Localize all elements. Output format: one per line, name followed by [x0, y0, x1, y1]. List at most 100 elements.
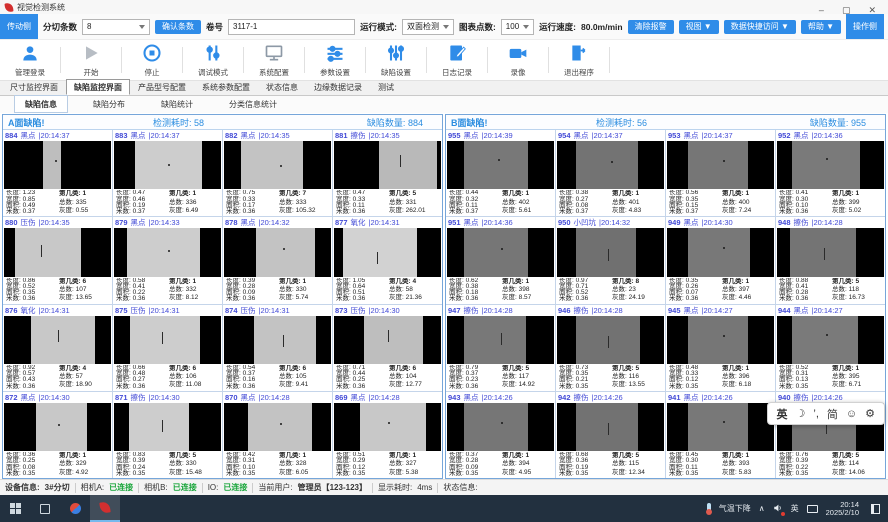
ime-simplified[interactable]: 简: [827, 406, 838, 422]
defect-cell[interactable]: 869 黑点 |20:14:28 长度: 0.51 宽度: 0.29 面积: 0…: [333, 392, 442, 478]
start-menu-button[interactable]: [0, 495, 30, 522]
main-tab-7[interactable]: 测试: [370, 79, 402, 95]
language-indicator[interactable]: 英: [791, 503, 799, 514]
defect-cell[interactable]: 872 黑点 |20:14:30 长度: 0.36 宽度: 0.25 面积: 0…: [3, 392, 112, 478]
defect-cell[interactable]: 953 黑点 |20:14:37 长度: 0.56 宽度: 0.35 面积: 0…: [666, 130, 775, 216]
defect-cell[interactable]: 870 黑点 |20:14:28 长度: 0.42 宽度: 0.31 面积: 0…: [223, 392, 332, 478]
run-mode-select[interactable]: 双面检测: [402, 19, 454, 35]
defect-cell[interactable]: 954 黑点 |20:14:37 长度: 0.38 宽度: 0.27 面积: 0…: [556, 130, 665, 216]
defect-image[interactable]: [777, 316, 884, 364]
defect-cell[interactable]: 876 氧化 |20:14:31 长度: 0.92 宽度: 0.57 面积: 0…: [3, 305, 112, 391]
defect-cell[interactable]: 883 黑点 |20:14:37 长度: 0.47 宽度: 0.46 面积: 0…: [113, 130, 222, 216]
weather-text[interactable]: 气温下降: [719, 503, 751, 514]
defect-image[interactable]: [777, 228, 884, 276]
defect-cell[interactable]: 947 擦伤 |20:14:28 长度: 0.79 宽度: 0.37 面积: 0…: [446, 305, 555, 391]
defect-cell[interactable]: 873 压伤 |20:14:30 长度: 0.71 宽度: 0.44 面积: 0…: [333, 305, 442, 391]
defect-cell[interactable]: 878 黑点 |20:14:32 长度: 0.39 宽度: 0.28 面积: 0…: [223, 217, 332, 303]
defect-cell[interactable]: 946 擦伤 |20:14:28 长度: 0.73 宽度: 0.35 面积: 0…: [556, 305, 665, 391]
defect-cell[interactable]: 877 氧化 |20:14:31 长度: 1.05 宽度: 0.64 面积: 0…: [333, 217, 442, 303]
defect-image[interactable]: [447, 403, 554, 451]
log-record-button[interactable]: 日志记录: [431, 43, 483, 78]
defect-cell[interactable]: 945 黑点 |20:14:27 长度: 0.48 宽度: 0.33 面积: 0…: [666, 305, 775, 391]
defect-image[interactable]: [557, 228, 664, 276]
drive-side-button[interactable]: 传动侧: [0, 14, 38, 39]
defect-cell[interactable]: 948 擦伤 |20:14:28 长度: 0.88 宽度: 0.41 面积: 0…: [776, 217, 885, 303]
defect-image[interactable]: [447, 141, 554, 189]
record-video-button[interactable]: 录像: [492, 43, 544, 78]
admin-login-button[interactable]: 管理登录: [4, 43, 56, 78]
defect-image[interactable]: [224, 403, 331, 451]
defect-cell[interactable]: 880 压伤 |20:14:35 长度: 0.86 宽度: 0.52 面积: 0…: [3, 217, 112, 303]
defect-settings-button[interactable]: 缺陷设置: [370, 43, 422, 78]
defect-image[interactable]: [667, 316, 774, 364]
main-tab-4[interactable]: 系统参数配置: [194, 79, 258, 95]
defect-cell[interactable]: 875 压伤 |20:14:31 长度: 0.66 宽度: 0.48 面积: 0…: [113, 305, 222, 391]
defect-image[interactable]: [447, 228, 554, 276]
clear-alarm-button[interactable]: 清除报警: [628, 20, 674, 34]
defect-cell[interactable]: 874 压伤 |20:14:31 长度: 0.54 宽度: 0.37 面积: 0…: [223, 305, 332, 391]
defect-cell[interactable]: 951 黑点 |20:14:36 长度: 0.62 宽度: 0.38 面积: 0…: [446, 217, 555, 303]
defect-image[interactable]: [4, 141, 111, 189]
help-menu-button[interactable]: 帮助 ▼: [801, 20, 841, 34]
main-tab-2[interactable]: 缺陷监控界面: [66, 79, 130, 95]
hidden-icons-button[interactable]: ∧: [759, 504, 765, 513]
sub-tab-4[interactable]: 分类信息统计: [218, 95, 288, 113]
quick-data-access-button[interactable]: 数据快捷访问 ▼: [724, 20, 796, 34]
defect-cell[interactable]: 944 黑点 |20:14:27 长度: 0.52 宽度: 0.31 面积: 0…: [776, 305, 885, 391]
keyboard-icon[interactable]: [807, 505, 818, 513]
roll-number-input[interactable]: 3117-1: [228, 19, 355, 35]
defect-cell[interactable]: 955 黑点 |20:14:39 长度: 0.44 宽度: 0.32 面积: 0…: [446, 130, 555, 216]
defect-image[interactable]: [334, 141, 441, 189]
task-view-button[interactable]: [30, 495, 60, 522]
notification-center-button[interactable]: [871, 504, 880, 514]
close-button[interactable]: ✕: [868, 5, 876, 16]
chart-points-select[interactable]: 100: [501, 19, 534, 35]
maximize-button[interactable]: ▢: [842, 5, 851, 16]
debug-mode-button[interactable]: 调试模式: [187, 43, 239, 78]
defect-image[interactable]: [114, 228, 221, 276]
defect-image[interactable]: [4, 316, 111, 364]
defect-cell[interactable]: 881 擦伤 |20:14:35 长度: 0.47 宽度: 0.33 面积: 0…: [333, 130, 442, 216]
defect-image[interactable]: [224, 316, 331, 364]
system-config-button[interactable]: 系统配置: [248, 43, 300, 78]
speaker-icon[interactable]: [773, 503, 783, 515]
defect-cell[interactable]: 942 擦伤 |20:14:26 长度: 0.68 宽度: 0.36 面积: 0…: [556, 392, 665, 478]
sub-tab-1[interactable]: 缺陷信息: [14, 95, 68, 113]
defect-image[interactable]: [667, 403, 774, 451]
sub-tab-3[interactable]: 缺陷统计: [150, 95, 204, 113]
defect-cell[interactable]: 871 擦伤 |20:14:30 长度: 0.83 宽度: 0.39 面积: 0…: [113, 392, 222, 478]
emoji-icon[interactable]: ☺: [846, 408, 857, 420]
defect-image[interactable]: [114, 403, 221, 451]
main-tab-3[interactable]: 产品型号配置: [130, 79, 194, 95]
defect-image[interactable]: [667, 228, 774, 276]
defect-cell[interactable]: 943 黑点 |20:14:26 长度: 0.37 宽度: 0.28 面积: 0…: [446, 392, 555, 478]
defect-image[interactable]: [114, 316, 221, 364]
active-app-button[interactable]: [90, 495, 120, 522]
ime-lang-english[interactable]: 英: [777, 406, 788, 422]
defect-image[interactable]: [557, 316, 664, 364]
defect-cell[interactable]: 941 黑点 |20:14:26 长度: 0.45 宽度: 0.30 面积: 0…: [666, 392, 775, 478]
defect-image[interactable]: [334, 316, 441, 364]
slit-count-select[interactable]: 8: [82, 19, 150, 35]
defect-image[interactable]: [777, 141, 884, 189]
defect-image[interactable]: [334, 403, 441, 451]
defect-image[interactable]: [4, 403, 111, 451]
param-settings-button[interactable]: 参数设置: [309, 43, 361, 78]
defect-cell[interactable]: 884 黑点 |20:14:37 长度: 1.23 宽度: 0.85 面积: 0…: [3, 130, 112, 216]
stop-button[interactable]: 停止: [126, 43, 178, 78]
sub-tab-2[interactable]: 缺陷分布: [82, 95, 136, 113]
defect-image[interactable]: [447, 316, 554, 364]
main-tab-1[interactable]: 尺寸监控界面: [2, 79, 66, 95]
defect-cell[interactable]: 949 黑点 |20:14:30 长度: 0.35 宽度: 0.26 面积: 0…: [666, 217, 775, 303]
exit-program-button[interactable]: 退出程序: [553, 43, 605, 78]
defect-image[interactable]: [334, 228, 441, 276]
minimize-button[interactable]: –: [819, 5, 824, 16]
main-tab-6[interactable]: 边缘数据记录: [306, 79, 370, 95]
main-tab-5[interactable]: 状态信息: [258, 79, 306, 95]
gear-icon[interactable]: ⚙: [865, 407, 875, 420]
punctuation-icon[interactable]: ’,: [813, 408, 819, 420]
clock[interactable]: 20:14 2025/2/10: [826, 501, 859, 517]
defect-cell[interactable]: 952 黑点 |20:14:36 长度: 0.41 宽度: 0.30 面积: 0…: [776, 130, 885, 216]
defect-image[interactable]: [114, 141, 221, 189]
start-button[interactable]: 开始: [65, 43, 117, 78]
